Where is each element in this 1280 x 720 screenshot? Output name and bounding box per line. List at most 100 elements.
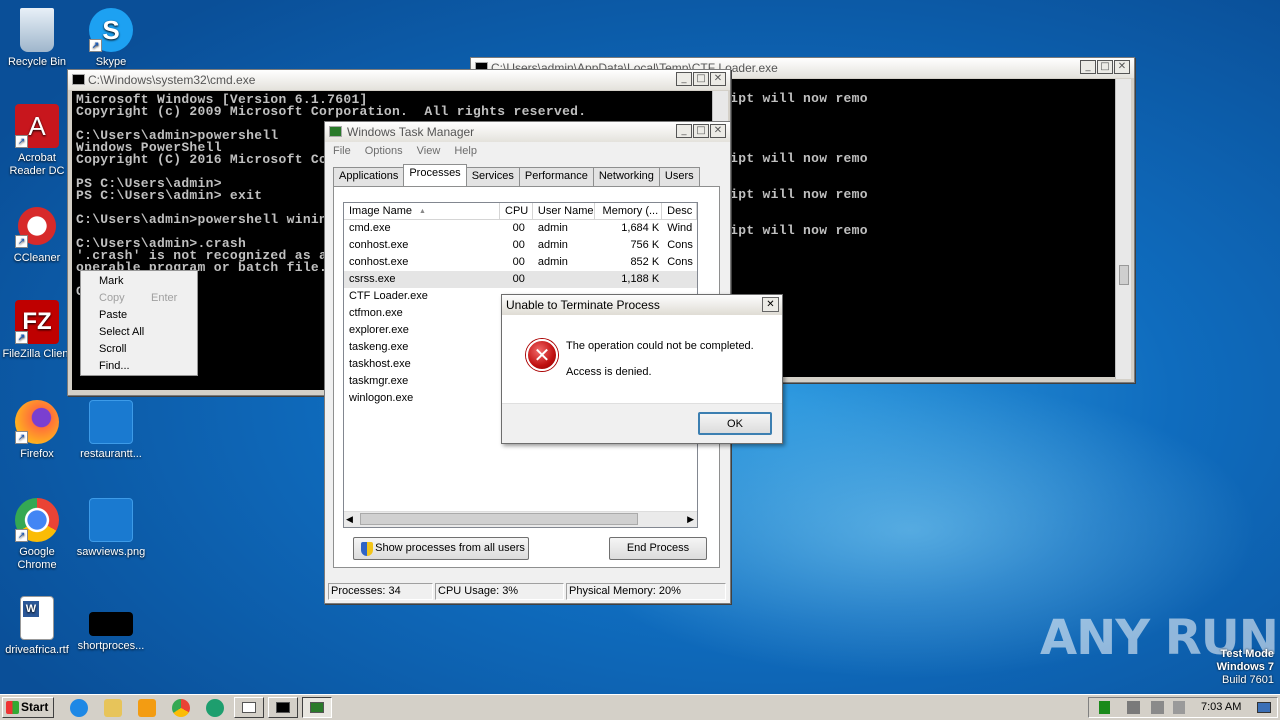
dialog-titlebar[interactable]: Unable to Terminate Process ✕ <box>502 295 782 315</box>
maximize-button[interactable]: □ <box>693 124 709 138</box>
tab-networking[interactable]: Networking <box>592 167 660 186</box>
table-row[interactable]: conhost.exe 00 admin 852 K Cons <box>344 254 697 271</box>
column-header-1[interactable]: Image Name ▲ <box>344 203 501 219</box>
edge-quicklaunch-icon[interactable] <box>206 699 224 717</box>
watermark-line-2: Windows 7 <box>1216 661 1274 673</box>
scroll-thumb[interactable] <box>1119 265 1129 285</box>
recycle-bin-icon <box>20 8 54 52</box>
dialog-title: Unable to Terminate Process <box>506 298 660 312</box>
close-button[interactable]: ✕ <box>710 124 726 138</box>
cell-name: csrss.exe <box>349 273 396 285</box>
ie-quicklaunch-icon[interactable] <box>70 699 88 717</box>
scroll-thumb[interactable] <box>360 513 638 525</box>
desktop-icon-restaurant-file[interactable]: restaurantt... <box>74 400 148 461</box>
chrome-quicklaunch-icon[interactable] <box>172 699 190 717</box>
menu-file[interactable]: File <box>333 145 351 157</box>
desktop-icon-chrome[interactable]: ↗ Google Chrome <box>0 498 74 572</box>
taskbar: Start 7:03 AM <box>0 694 1280 720</box>
minimize-button[interactable]: _ <box>676 72 692 86</box>
dialog-close-button[interactable]: ✕ <box>762 297 779 312</box>
close-button[interactable]: ✕ <box>710 72 726 86</box>
minimize-button[interactable]: _ <box>676 124 692 138</box>
desktop-icon-shortprocess[interactable]: shortproces... <box>74 596 148 653</box>
taskbar-clock[interactable]: 7:03 AM <box>1201 701 1241 713</box>
menu-view[interactable]: View <box>417 145 441 157</box>
tray-green-icon[interactable] <box>1099 701 1110 714</box>
cell-name: cmd.exe <box>349 222 391 234</box>
desktop-icon-firefox[interactable]: ↗ Firefox <box>0 400 74 461</box>
table-row[interactable]: cmd.exe 00 admin 1,684 K Wind <box>344 220 697 237</box>
cell-mem: 1,188 K <box>621 273 660 285</box>
close-button[interactable]: ✕ <box>1114 60 1130 74</box>
ccleaner-icon: ↗ <box>15 204 59 248</box>
context-menu-accelerator: Enter <box>151 292 178 304</box>
cell-name: taskmgr.exe <box>349 375 409 387</box>
tray-network-icon[interactable] <box>1127 701 1140 714</box>
media-player-quicklaunch-icon[interactable] <box>138 699 156 717</box>
maximize-button[interactable]: □ <box>1097 60 1113 74</box>
context-menu-item-find[interactable]: Find... <box>83 358 195 375</box>
desktop-icon-recycle-bin[interactable]: Recycle Bin <box>0 8 74 69</box>
ok-button[interactable]: OK <box>698 412 772 435</box>
console-window-icon <box>276 702 290 713</box>
tray-volume-icon[interactable] <box>1151 701 1164 714</box>
tab-services[interactable]: Services <box>465 167 520 186</box>
desktop-icon-skype[interactable]: S ↗ Skype <box>74 8 148 69</box>
column-header-2[interactable]: CPU <box>500 203 533 219</box>
desktop-icon-sawviews[interactable]: sawviews.png <box>74 498 148 559</box>
table-row[interactable]: conhost.exe 00 admin 756 K Cons <box>344 237 697 254</box>
desktop-icon-acrobat[interactable]: A ↗ Acrobat Reader DC <box>0 104 74 178</box>
minimize-button[interactable]: _ <box>1080 60 1096 74</box>
context-menu-item-select-all[interactable]: Select All <box>83 324 195 341</box>
tab-users[interactable]: Users <box>658 167 700 186</box>
process-list-hscrollbar[interactable]: ◀ ▶ <box>344 511 697 527</box>
context-menu-item-mark[interactable]: Mark <box>83 273 195 290</box>
console-window-icon <box>72 74 85 85</box>
explorer-quicklaunch-icon[interactable] <box>104 699 122 717</box>
menu-options[interactable]: Options <box>365 145 403 157</box>
end-process-button[interactable]: End Process <box>609 537 707 560</box>
cell-name: ctfmon.exe <box>349 307 403 319</box>
windows-flag-icon <box>6 701 19 714</box>
start-button[interactable]: Start <box>2 697 54 718</box>
cell-name: conhost.exe <box>349 256 409 268</box>
cell-name: conhost.exe <box>349 239 409 251</box>
table-row[interactable]: csrss.exe 00 1,188 K <box>344 271 697 288</box>
unable-to-terminate-dialog[interactable]: Unable to Terminate Process ✕ ✕ The oper… <box>501 294 783 444</box>
task-manager-statusbar: Processes: 34 CPU Usage: 3% Physical Mem… <box>328 583 726 600</box>
console-window-icon <box>242 702 256 713</box>
scroll-left-icon[interactable]: ◀ <box>346 514 353 525</box>
cell-desc: Cons <box>667 256 693 268</box>
cmd-titlebar[interactable]: C:\Windows\system32\cmd.exe _ □ ✕ <box>68 70 730 90</box>
system-tray: 7:03 AM <box>1088 697 1278 718</box>
taskbar-button-task-manager[interactable] <box>302 697 332 718</box>
status-processes: Processes: 34 <box>328 583 433 600</box>
tab-applications[interactable]: Applications <box>333 167 405 186</box>
show-all-users-button[interactable]: Show processes from all users <box>353 537 529 560</box>
tab-processes[interactable]: Processes <box>403 164 467 186</box>
column-header-5[interactable]: Desc <box>662 203 697 219</box>
column-header-3[interactable]: User Name <box>533 203 595 219</box>
context-menu-item-paste[interactable]: Paste <box>83 307 195 324</box>
image-file-icon <box>89 498 133 542</box>
cell-cpu: 00 <box>512 256 525 268</box>
column-header-4[interactable]: Memory (... <box>595 203 663 219</box>
scroll-right-icon[interactable]: ▶ <box>687 514 694 525</box>
taskbar-button-cmd[interactable] <box>268 697 298 718</box>
desktop-icon-driveafrica[interactable]: W driveafrica.rtf <box>0 596 74 657</box>
cmd-line: Copyright (c) 2009 Microsoft Corporation… <box>76 104 587 119</box>
desktop-icon-filezilla[interactable]: FZ ↗ FileZilla Client <box>0 300 74 361</box>
tab-performance[interactable]: Performance <box>518 167 594 186</box>
maximize-button[interactable]: □ <box>693 72 709 86</box>
task-manager-titlebar[interactable]: Windows Task Manager _ □ ✕ <box>325 122 730 142</box>
tray-flag-icon[interactable] <box>1173 701 1185 714</box>
taskbar-button-ctf-loader[interactable] <box>234 697 264 718</box>
context-menu-item-label: Copy <box>99 292 125 304</box>
cmd-title: C:\Windows\system32\cmd.exe <box>88 73 256 87</box>
menu-help[interactable]: Help <box>454 145 477 157</box>
task-manager-icon <box>329 126 342 137</box>
desktop-icon-ccleaner[interactable]: ↗ CCleaner <box>0 204 74 265</box>
ctf-loader-scrollbar[interactable] <box>1115 79 1131 379</box>
show-desktop-icon[interactable] <box>1257 702 1271 713</box>
context-menu-item-scroll[interactable]: Scroll <box>83 341 195 358</box>
